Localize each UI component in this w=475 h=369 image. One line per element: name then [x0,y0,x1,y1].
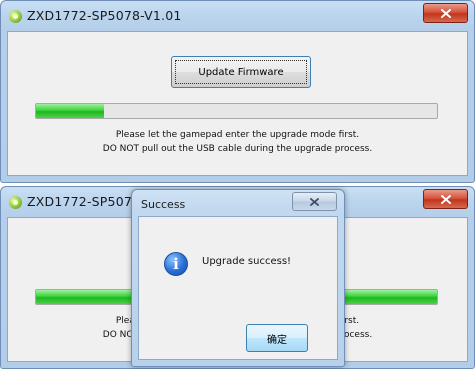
close-icon [440,8,451,18]
progress-bar [35,103,438,119]
close-icon [310,197,319,206]
update-firmware-button[interactable]: Update Firmware [171,56,311,88]
progress-fill [36,104,105,118]
app-icon [9,10,22,23]
window-content: Update Firmware Please let the gamepad e… [7,31,468,176]
dialog-title: Success [141,198,186,211]
info-icon: i [164,252,188,276]
main-window: ZXD1772-SP5078-V1.01 Update Firmware Ple… [0,0,475,183]
dialog-content: i Upgrade success! 确定 [138,216,338,360]
ok-button-label: 确定 [267,334,287,346]
close-button[interactable] [423,3,468,23]
dialog-close-button[interactable] [292,192,337,211]
ok-button[interactable]: 确定 [246,324,308,352]
app-icon [9,196,22,209]
close-button[interactable] [423,189,468,209]
focus-rectangle [175,60,307,84]
success-dialog: Success i Upgrade success! 确定 [131,189,345,367]
window-title: ZXD1772-SP5078-V1.01 [27,8,182,23]
instruction-line-2: DO NOT pull out the USB cable during the… [102,144,373,154]
title-bar[interactable]: ZXD1772-SP5078-V1.01 [1,1,474,31]
dialog-message: Upgrade success! [202,256,292,267]
close-icon [440,194,451,204]
instruction-line-1: Please let the gamepad enter the upgrade… [115,130,360,140]
